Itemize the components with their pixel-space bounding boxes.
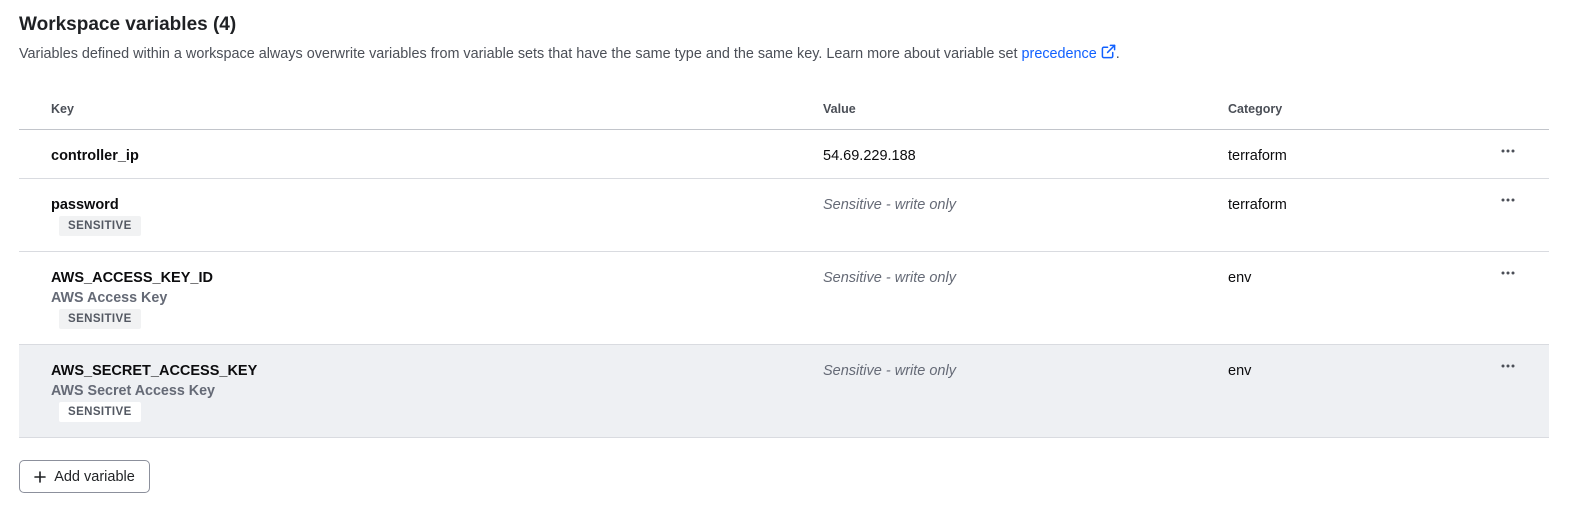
plus-icon: [34, 470, 46, 483]
table-row: password SENSITIVE Sensitive - write only t…: [19, 179, 1549, 252]
variable-key: AWS_ACCESS_KEY_ID: [51, 270, 213, 286]
ellipsis-horizontal-icon: [1501, 364, 1515, 368]
header-value: Value: [823, 102, 856, 116]
description-suffix: .: [1115, 46, 1120, 62]
table-header: Key Value Category: [19, 88, 1549, 130]
row-menu-button[interactable]: [1497, 357, 1519, 375]
table-body: controller_ip 54.69.229.188 terraform passw…: [19, 130, 1549, 438]
variable-key: password: [51, 197, 119, 213]
variable-key: controller_ip: [51, 148, 139, 164]
variable-value: Sensitive - write only: [823, 270, 956, 286]
variable-category: env: [1228, 270, 1252, 286]
variable-category: env: [1228, 363, 1252, 379]
variable-description: AWS Access Key: [51, 290, 168, 306]
sensitive-badge: SENSITIVE: [59, 309, 141, 329]
row-menu-button[interactable]: [1497, 191, 1519, 209]
section-description: Variables defined within a workspace alw…: [19, 44, 1560, 64]
external-link-icon: [1101, 44, 1116, 59]
key-cell: password SENSITIVE: [51, 196, 141, 236]
row-menu-button[interactable]: [1497, 142, 1519, 160]
precedence-link[interactable]: precedence: [1021, 44, 1116, 62]
description-text: Variables defined within a workspace alw…: [19, 46, 1022, 62]
variable-key: AWS_SECRET_ACCESS_KEY: [51, 363, 258, 379]
variable-value: 54.69.229.188: [823, 148, 916, 164]
table-row: AWS_SECRET_ACCESS_KEY AWS Secret Access K…: [19, 345, 1549, 438]
variable-category: terraform: [1228, 148, 1287, 164]
row-menu-button[interactable]: [1497, 264, 1519, 282]
add-variable-button[interactable]: Add variable: [19, 460, 150, 493]
key-cell: AWS_SECRET_ACCESS_KEY AWS Secret Access K…: [51, 362, 257, 422]
header-key: Key: [51, 102, 74, 116]
ellipsis-horizontal-icon: [1501, 271, 1515, 275]
table-row: AWS_ACCESS_KEY_ID AWS Access Key SENSITIVE…: [19, 252, 1549, 345]
variable-value: Sensitive - write only: [823, 363, 956, 379]
variables-table: Key Value Category controller_ip 54.69.22…: [19, 88, 1549, 438]
variable-category: terraform: [1228, 197, 1287, 213]
key-cell: controller_ip: [51, 147, 139, 165]
sensitive-badge: SENSITIVE: [59, 216, 141, 236]
table-row: controller_ip 54.69.229.188 terraform: [19, 130, 1549, 179]
ellipsis-horizontal-icon: [1501, 149, 1515, 153]
key-cell: AWS_ACCESS_KEY_ID AWS Access Key SENSITIVE: [51, 269, 213, 329]
section-title: Workspace variables (4): [19, 14, 237, 35]
variable-value: Sensitive - write only: [823, 197, 956, 213]
sensitive-badge: SENSITIVE: [59, 402, 141, 422]
workspace-variables-section: Workspace variables (4) Variables define…: [19, 0, 1560, 493]
add-variable-label: Add variable: [54, 468, 135, 485]
header-category: Category: [1228, 102, 1283, 116]
precedence-link-label: precedence: [1021, 46, 1097, 62]
ellipsis-horizontal-icon: [1501, 198, 1515, 202]
variable-description: AWS Secret Access Key: [51, 383, 215, 399]
